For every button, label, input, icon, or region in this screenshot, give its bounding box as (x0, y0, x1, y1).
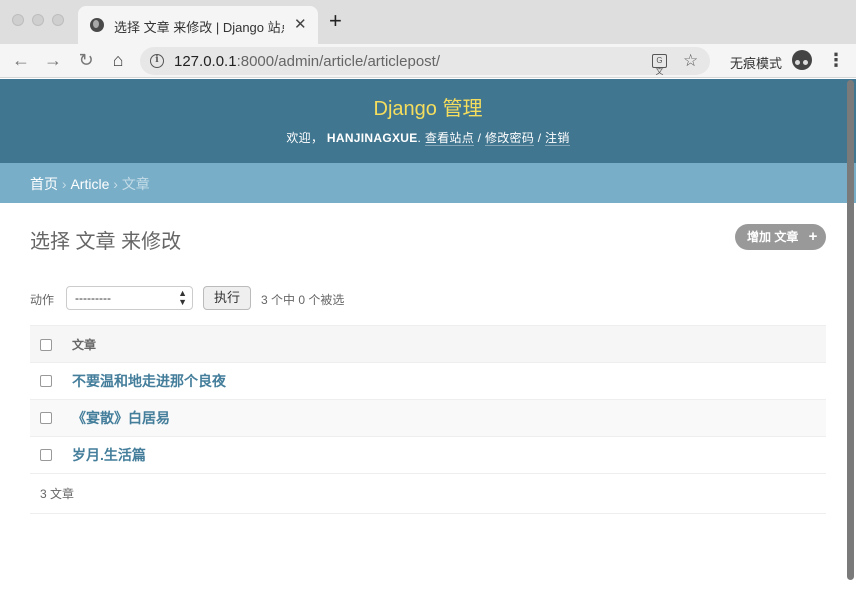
breadcrumb-app-link[interactable]: Article (70, 176, 109, 192)
row-check-cell (30, 362, 72, 400)
translate-icon[interactable]: G文 (652, 54, 667, 76)
new-tab-icon[interactable]: + (329, 10, 342, 32)
action-select[interactable]: --------- ▲ ▼ (66, 286, 193, 310)
add-article-button[interactable]: 增加 文章 + (735, 224, 827, 250)
home-icon[interactable]: ⌂ (107, 49, 129, 71)
breadcrumb-separator: › (109, 176, 122, 192)
select-arrows-icon: ▲ ▼ (178, 288, 187, 307)
tab-close-icon[interactable]: ✕ (294, 15, 307, 35)
globe-icon (90, 18, 104, 32)
site-branding[interactable]: Django 管理 (0, 92, 856, 121)
table-row: 不要温和地走进那个良夜 (30, 362, 826, 400)
row-checkbox[interactable] (40, 374, 52, 387)
reload-icon[interactable]: ↻ (75, 49, 97, 71)
url-path: :8000/admin/article/articlepost/ (236, 53, 440, 70)
change-password-link[interactable]: 修改密码 (484, 131, 535, 146)
article-link[interactable]: 《宴散》白居易 (72, 410, 170, 426)
row-title-cell: 《宴散》白居易 (72, 399, 826, 437)
incognito-icon[interactable] (792, 50, 812, 70)
page-scrollbar[interactable] (847, 80, 854, 580)
go-button[interactable]: 执行 (203, 286, 251, 310)
table-row: 《宴散》白居易 (30, 399, 826, 437)
row-check-cell (30, 399, 72, 437)
action-selected-value: --------- (75, 291, 111, 305)
view-site-link[interactable]: 查看站点 (424, 131, 475, 146)
actions-bar: 动作 --------- ▲ ▼ 执行 3 个中 0 个被选 (30, 286, 826, 310)
row-title-cell: 岁月.生活篇 (72, 436, 826, 474)
row-checkbox[interactable] (40, 411, 52, 424)
window-minimize-control[interactable] (32, 14, 44, 26)
url-text[interactable]: 127.0.0.1:8000/admin/article/articlepost… (174, 53, 440, 70)
plus-icon: + (808, 228, 818, 245)
result-list-table: 文章 不要温和地走进那个良夜 《宴散》白居易 岁月.生活篇 (30, 325, 826, 474)
welcome-text: 欢迎， (286, 131, 324, 145)
row-check-cell (30, 436, 72, 474)
info-icon[interactable]: i (150, 54, 164, 68)
window-zoom-control[interactable] (52, 14, 64, 26)
breadcrumb-current: 文章 (121, 176, 150, 192)
back-arrow-icon[interactable]: ← (10, 49, 32, 71)
add-button-label: 增加 文章 (747, 230, 799, 244)
separator: / (474, 131, 485, 145)
bookmark-star-icon[interactable]: ☆ (683, 50, 698, 72)
separator: / (534, 131, 546, 145)
page-title: 选择 文章 来修改 (30, 231, 182, 253)
table-header-row: 文章 (30, 325, 826, 363)
browser-tab[interactable]: 选择 文章 来修改 | Django 站点管理 ✕ (78, 6, 318, 44)
user-tools: 欢迎， HANJINAGXUE. 查看站点 / 修改密码 / 注销 (286, 131, 570, 146)
address-bar[interactable]: i 127.0.0.1:8000/admin/article/articlepo… (140, 47, 710, 76)
select-all-checkbox[interactable] (40, 338, 52, 351)
breadcrumb: 首页 › Article › 文章 (0, 163, 856, 203)
window-close-control[interactable] (12, 14, 24, 26)
action-counter: 3 个中 0 个被选 (261, 293, 345, 307)
browser-menu-icon[interactable]: ⋮ (827, 49, 845, 71)
breadcrumb-home-link[interactable]: 首页 (30, 176, 58, 192)
paginator: 3 文章 (30, 471, 826, 514)
article-link[interactable]: 岁月.生活篇 (72, 447, 146, 463)
forward-arrow-icon[interactable]: → (42, 49, 64, 71)
breadcrumb-separator: › (58, 176, 71, 192)
admin-header: Django 管理 欢迎， HANJINAGXUE. 查看站点 / 修改密码 /… (0, 79, 856, 163)
username: HANJINAGXUE (326, 131, 418, 145)
row-checkbox[interactable] (40, 448, 52, 461)
incognito-label: 无痕模式 (730, 56, 783, 71)
logout-link[interactable]: 注销 (545, 131, 570, 146)
column-header-article[interactable]: 文章 (72, 325, 826, 363)
article-link[interactable]: 不要温和地走进那个良夜 (72, 373, 226, 389)
tab-title: 选择 文章 来修改 | Django 站点管理 (114, 20, 284, 35)
url-host: 127.0.0.1 (174, 53, 237, 70)
row-title-cell: 不要温和地走进那个良夜 (72, 362, 826, 400)
browser-toolbar: ← → ↻ ⌂ i 127.0.0.1:8000/admin/article/a… (0, 44, 856, 78)
table-row: 岁月.生活篇 (30, 436, 826, 474)
action-label: 动作 (30, 293, 55, 307)
browser-tab-bar: 选择 文章 来修改 | Django 站点管理 ✕ + (0, 0, 856, 44)
select-all-cell (30, 325, 72, 363)
